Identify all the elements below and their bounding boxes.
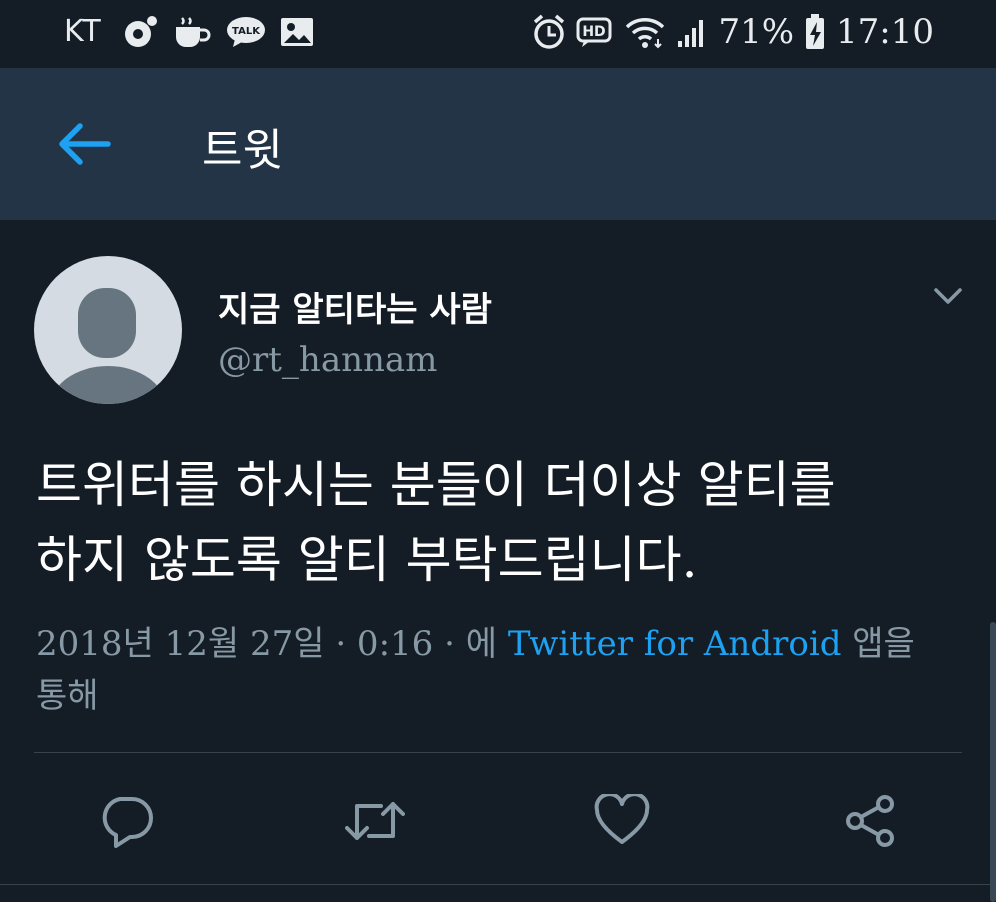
record-icon: [124, 15, 157, 47]
share-icon: [846, 795, 894, 847]
clock: 17:10: [836, 12, 934, 52]
status-right: HD 71% 17:10: [532, 12, 934, 52]
tweet-timestamp: 2018년 12월 27일 · 0:16 · 에: [36, 624, 497, 664]
reply-button[interactable]: [98, 794, 154, 848]
status-left: KT TALK: [64, 14, 314, 49]
chevron-down-icon: [934, 288, 962, 304]
tweet-text-line-2: 하지 않도록 알티 부탁드립니다.: [36, 531, 698, 589]
arrow-left-icon: [59, 123, 111, 165]
wifi-icon: [626, 18, 665, 49]
talk-icon: TALK: [226, 16, 265, 47]
heart-icon: [594, 792, 650, 844]
toolbar: 트윗: [0, 68, 996, 220]
default-profile-icon: [50, 288, 166, 404]
talk-badge-text: TALK: [232, 26, 261, 37]
avatar[interactable]: [34, 256, 182, 404]
divider: [0, 884, 996, 885]
retweet-icon: [345, 802, 405, 840]
tweet-menu-button[interactable]: [928, 282, 968, 310]
back-button[interactable]: [52, 120, 114, 168]
image-icon: [280, 17, 313, 46]
battery-percent: 71%: [718, 12, 795, 52]
share-button[interactable]: [843, 794, 899, 848]
reply-icon: [102, 797, 153, 848]
scrollbar[interactable]: [990, 622, 996, 902]
status-bar: KT TALK HD 71% 17:10: [0, 0, 996, 68]
user-handle[interactable]: @rt_hannam: [218, 340, 437, 380]
retweet-button[interactable]: [345, 794, 405, 848]
divider: [34, 752, 962, 753]
tweet-text-line-1: 트위터를 하시는 분들이 더이상 알티를: [36, 456, 836, 514]
like-button[interactable]: [594, 792, 650, 848]
coffee-icon: [175, 16, 211, 47]
display-name[interactable]: 지금 알티타는 사람: [218, 282, 492, 331]
tweet-source-link[interactable]: Twitter for Android: [508, 624, 842, 664]
tweet-text: 트위터를 하시는 분들이 더이상 알티를 하지 않도록 알티 부탁드립니다.: [36, 448, 966, 598]
hd-voice-icon: HD: [576, 17, 612, 47]
battery-charging-icon: [806, 14, 825, 49]
carrier-label: KT: [64, 14, 102, 49]
alarm-icon: [534, 14, 565, 49]
page-title: 트윗: [202, 125, 283, 176]
hd-badge-text: HD: [583, 24, 606, 40]
tweet-metadata: 2018년 12월 27일 · 0:16 · 에 Twitter for And…: [36, 618, 936, 722]
signal-icon: [678, 20, 704, 47]
tweet-detail: 지금 알티타는 사람 @rt_hannam 트위터를 하시는 분들이 더이상 알…: [0, 220, 996, 900]
